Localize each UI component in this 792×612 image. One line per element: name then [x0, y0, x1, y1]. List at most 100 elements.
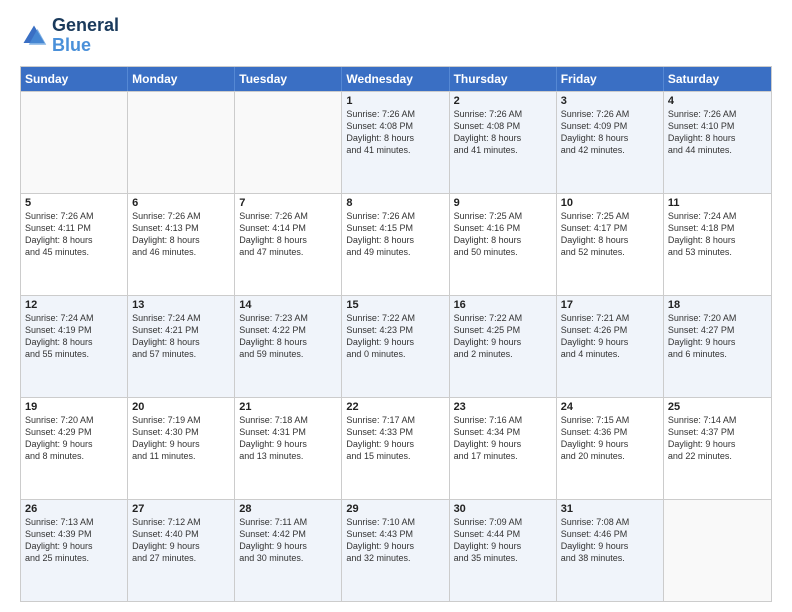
header-day-sunday: Sunday — [21, 67, 128, 91]
cell-line: and 59 minutes. — [239, 348, 337, 360]
cell-line: Sunset: 4:11 PM — [25, 222, 123, 234]
day-cell-20: 20Sunrise: 7:19 AMSunset: 4:30 PMDayligh… — [128, 398, 235, 499]
day-number: 16 — [454, 299, 552, 311]
cell-line: Sunrise: 7:26 AM — [561, 108, 659, 120]
cell-line: Sunrise: 7:17 AM — [346, 414, 444, 426]
cell-line: Sunrise: 7:22 AM — [346, 312, 444, 324]
day-number: 19 — [25, 401, 123, 413]
cell-line: Sunrise: 7:08 AM — [561, 516, 659, 528]
cell-line: Sunset: 4:19 PM — [25, 324, 123, 336]
cell-line: Sunrise: 7:26 AM — [132, 210, 230, 222]
day-cell-9: 9Sunrise: 7:25 AMSunset: 4:16 PMDaylight… — [450, 194, 557, 295]
calendar: SundayMondayTuesdayWednesdayThursdayFrid… — [20, 66, 772, 602]
day-number: 25 — [668, 401, 767, 413]
cell-line: Daylight: 9 hours — [132, 438, 230, 450]
day-number: 31 — [561, 503, 659, 515]
cell-line: Sunset: 4:42 PM — [239, 528, 337, 540]
cell-line: Daylight: 8 hours — [132, 336, 230, 348]
cell-line: Daylight: 9 hours — [239, 438, 337, 450]
header-day-saturday: Saturday — [664, 67, 771, 91]
day-number: 26 — [25, 503, 123, 515]
cell-line: Daylight: 9 hours — [454, 540, 552, 552]
cell-line: Daylight: 9 hours — [25, 438, 123, 450]
cell-line: and 11 minutes. — [132, 450, 230, 462]
cell-line: Sunset: 4:34 PM — [454, 426, 552, 438]
day-cell-12: 12Sunrise: 7:24 AMSunset: 4:19 PMDayligh… — [21, 296, 128, 397]
cell-line: Daylight: 9 hours — [25, 540, 123, 552]
logo: General Blue — [20, 16, 119, 56]
cell-line: and 52 minutes. — [561, 246, 659, 258]
day-number: 6 — [132, 197, 230, 209]
cell-line: and 57 minutes. — [132, 348, 230, 360]
header: General Blue — [20, 16, 772, 56]
cell-line: and 13 minutes. — [239, 450, 337, 462]
cell-line: Sunrise: 7:19 AM — [132, 414, 230, 426]
cell-line: Sunrise: 7:20 AM — [25, 414, 123, 426]
day-cell-31: 31Sunrise: 7:08 AMSunset: 4:46 PMDayligh… — [557, 500, 664, 601]
cell-line: and 20 minutes. — [561, 450, 659, 462]
empty-cell-0-2 — [235, 92, 342, 193]
cell-line: Sunset: 4:08 PM — [454, 120, 552, 132]
cell-line: Sunrise: 7:12 AM — [132, 516, 230, 528]
cell-line: Sunset: 4:29 PM — [25, 426, 123, 438]
cell-line: and 6 minutes. — [668, 348, 767, 360]
cell-line: Sunset: 4:36 PM — [561, 426, 659, 438]
day-number: 21 — [239, 401, 337, 413]
day-number: 29 — [346, 503, 444, 515]
cell-line: and 8 minutes. — [25, 450, 123, 462]
cell-line: Sunrise: 7:14 AM — [668, 414, 767, 426]
cell-line: Sunrise: 7:26 AM — [668, 108, 767, 120]
cell-line: Sunset: 4:46 PM — [561, 528, 659, 540]
day-cell-6: 6Sunrise: 7:26 AMSunset: 4:13 PMDaylight… — [128, 194, 235, 295]
logo-text: General Blue — [52, 16, 119, 56]
cell-line: and 22 minutes. — [668, 450, 767, 462]
day-number: 17 — [561, 299, 659, 311]
day-number: 23 — [454, 401, 552, 413]
cell-line: Daylight: 9 hours — [561, 336, 659, 348]
day-cell-23: 23Sunrise: 7:16 AMSunset: 4:34 PMDayligh… — [450, 398, 557, 499]
day-cell-1: 1Sunrise: 7:26 AMSunset: 4:08 PMDaylight… — [342, 92, 449, 193]
cell-line: and 53 minutes. — [668, 246, 767, 258]
calendar-body: 1 Sunrise: 7:26 AM Sunset: 4:08 PM Daylight… — [21, 91, 771, 601]
day-number: 1 — [346, 95, 444, 107]
day-cell-5: 5Sunrise: 7:26 AMSunset: 4:11 PMDaylight… — [21, 194, 128, 295]
cell-line: Sunset: 4:23 PM — [346, 324, 444, 336]
cell-line: Sunset: 4:37 PM — [668, 426, 767, 438]
cell-line: Daylight: 8 hours — [239, 234, 337, 246]
cell-line: Daylight: 8 hours — [132, 234, 230, 246]
day-number: 12 — [25, 299, 123, 311]
day-cell-24: 24Sunrise: 7:15 AMSunset: 4:36 PMDayligh… — [557, 398, 664, 499]
day-number: 15 — [346, 299, 444, 311]
cell-line: Daylight: 9 hours — [346, 540, 444, 552]
day-number: 7 — [239, 197, 337, 209]
cell-line: Sunrise: 7:26 AM — [239, 210, 337, 222]
day-cell-19: 19Sunrise: 7:20 AMSunset: 4:29 PMDayligh… — [21, 398, 128, 499]
header-day-friday: Friday — [557, 67, 664, 91]
cell-line: Daylight: 8 hours — [668, 132, 767, 144]
logo-icon — [20, 22, 48, 50]
cell-line: Sunrise: 7:24 AM — [132, 312, 230, 324]
cell-line: Daylight: 8 hours — [346, 132, 444, 144]
cell-line: Daylight: 8 hours — [25, 336, 123, 348]
cell-line: Daylight: 8 hours — [25, 234, 123, 246]
cell-line: and 44 minutes. — [668, 144, 767, 156]
cell-line: Sunset: 4:27 PM — [668, 324, 767, 336]
cell-line: Sunrise: 7:24 AM — [668, 210, 767, 222]
page: General Blue SundayMondayTuesdayWednesda… — [0, 0, 792, 612]
day-number: 27 — [132, 503, 230, 515]
cell-line: Daylight: 9 hours — [668, 438, 767, 450]
day-cell-22: 22Sunrise: 7:17 AMSunset: 4:33 PMDayligh… — [342, 398, 449, 499]
calendar-row-4: 26Sunrise: 7:13 AMSunset: 4:39 PMDayligh… — [21, 499, 771, 601]
day-number: 14 — [239, 299, 337, 311]
cell-line: Daylight: 8 hours — [561, 132, 659, 144]
cell-line: Sunrise: 7:24 AM — [25, 312, 123, 324]
cell-line: Sunset: 4:15 PM — [346, 222, 444, 234]
cell-line: and 25 minutes. — [25, 552, 123, 564]
day-number: 8 — [346, 197, 444, 209]
day-number: 28 — [239, 503, 337, 515]
header-day-wednesday: Wednesday — [342, 67, 449, 91]
day-cell-25: 25Sunrise: 7:14 AMSunset: 4:37 PMDayligh… — [664, 398, 771, 499]
day-cell-14: 14Sunrise: 7:23 AMSunset: 4:22 PMDayligh… — [235, 296, 342, 397]
cell-line: and 45 minutes. — [25, 246, 123, 258]
day-cell-4: 4Sunrise: 7:26 AMSunset: 4:10 PMDaylight… — [664, 92, 771, 193]
